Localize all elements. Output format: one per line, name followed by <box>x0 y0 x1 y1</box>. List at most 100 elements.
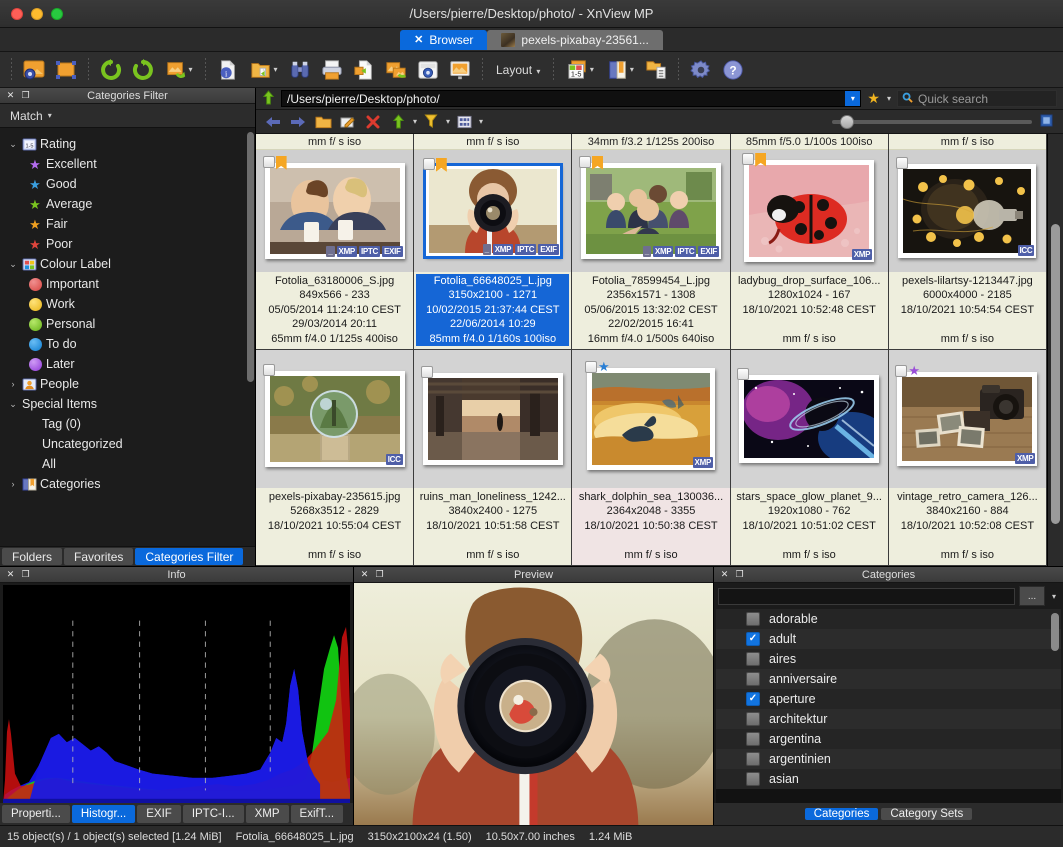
chevron-down-icon[interactable]: ▾ <box>845 91 860 106</box>
categories-tab-category-sets[interactable]: Category Sets <box>881 808 972 820</box>
folder-export-icon[interactable]: ▾ <box>245 55 283 85</box>
tree-item-work[interactable]: Work <box>0 294 255 314</box>
rotate-left-icon[interactable] <box>96 55 126 85</box>
rename-icon[interactable] <box>337 112 359 132</box>
category-row[interactable]: adorable <box>716 609 1061 629</box>
screen-capture-icon[interactable] <box>413 55 443 85</box>
tree-item-special-items[interactable]: ⌄ Special Items <box>0 394 255 414</box>
tree-scrollbar[interactable] <box>247 132 254 382</box>
thumbnail-cell[interactable]: mm f/ s iso <box>256 134 414 350</box>
category-checkbox[interactable] <box>746 692 760 706</box>
layout-menu[interactable]: Layout ▾ <box>490 63 546 77</box>
grid-view-icon[interactable] <box>453 112 475 132</box>
tree-item-tag[interactable]: Tag (0) <box>0 414 255 434</box>
tree-item-good[interactable]: ★ Good <box>0 174 255 194</box>
star-icon[interactable]: ★ <box>867 90 880 107</box>
arrow-left-icon[interactable] <box>262 112 284 132</box>
thumbnail-image-area[interactable]: _ XMP IPTC EXIF <box>572 150 729 272</box>
tree-item-all[interactable]: All <box>0 454 255 474</box>
preview-image-area[interactable] <box>354 583 713 825</box>
category-row[interactable]: asian <box>716 769 1061 789</box>
select-checkbox[interactable] <box>421 366 433 378</box>
tree-item-excellent[interactable]: ★ Excellent <box>0 154 255 174</box>
sidebar-tab-folders[interactable]: Folders <box>2 548 62 565</box>
refresh-up-icon[interactable] <box>387 112 409 132</box>
select-image-icon[interactable] <box>51 55 81 85</box>
category-checkbox[interactable] <box>746 652 760 666</box>
category-checkbox[interactable] <box>746 672 760 686</box>
quick-search-input[interactable]: Quick search <box>897 90 1057 107</box>
match-dropdown[interactable]: Match ▾ <box>0 104 255 128</box>
thumbnail-image-area[interactable] <box>414 350 571 488</box>
fit-icon[interactable] <box>1040 114 1053 130</box>
chevron-down-icon[interactable]: ▾ <box>413 117 417 126</box>
tree-item-poor[interactable]: ★ Poor <box>0 234 255 254</box>
info-tab-properties[interactable]: Properti... <box>2 805 70 823</box>
thumbnail-image-area[interactable]: ★ XMP <box>889 350 1046 488</box>
info-tab-exif[interactable]: EXIF <box>137 805 181 823</box>
info-tab-iptc[interactable]: IPTC-I... <box>183 805 244 823</box>
sidebar-tab-categories-filter[interactable]: Categories Filter <box>135 548 243 565</box>
thumbnail-image-area[interactable]: ★ XMP <box>572 350 729 488</box>
select-checkbox[interactable] <box>737 368 749 380</box>
chevron-down-icon[interactable]: ▾ <box>446 117 450 126</box>
delete-x-icon[interactable] <box>362 112 384 132</box>
thumbnail-image-area[interactable]: ICC <box>889 150 1046 272</box>
category-row[interactable]: architektur <box>716 709 1061 729</box>
chevron-down-icon[interactable]: ▾ <box>48 111 52 120</box>
thumbnail-image-area[interactable]: XMP <box>731 150 888 272</box>
close-icon[interactable]: ✕ <box>719 569 730 580</box>
import-document-icon[interactable] <box>349 55 379 85</box>
categories-search-input[interactable] <box>718 588 1015 605</box>
rotate-right-icon[interactable] <box>128 55 158 85</box>
thumbnail-cell[interactable]: ICC pexels-pixabay-235615.jpg 5268x3512 … <box>256 350 414 566</box>
thumbnail-cell[interactable]: mm f/ s iso <box>889 134 1047 350</box>
category-row[interactable]: argentina <box>716 729 1061 749</box>
arrow-right-icon[interactable] <box>287 112 309 132</box>
chevron-down-icon[interactable]: ▾ <box>479 117 483 126</box>
category-row[interactable]: aires <box>716 649 1061 669</box>
float-panel-icon[interactable]: ❐ <box>20 569 31 580</box>
chevron-down-icon[interactable]: ▾ <box>1049 592 1059 601</box>
open-image-icon[interactable] <box>19 55 49 85</box>
sidebar-tab-favorites[interactable]: Favorites <box>64 548 133 565</box>
select-checkbox[interactable] <box>896 157 908 169</box>
select-checkbox[interactable] <box>742 153 754 165</box>
select-checkbox[interactable] <box>423 158 435 170</box>
categories-tab-categories[interactable]: Categories <box>805 808 879 820</box>
chevron-down-icon[interactable]: ▾ <box>590 65 594 74</box>
chevron-right-icon[interactable]: › <box>6 479 20 489</box>
category-checkbox[interactable] <box>746 752 760 766</box>
tree-item-categories[interactable]: › Categories <box>0 474 255 494</box>
thumbnail-image-area[interactable]: _ XMP IPTC EXIF <box>256 150 413 272</box>
select-checkbox[interactable] <box>263 364 275 376</box>
chevron-down-icon[interactable]: ▾ <box>188 65 192 74</box>
minimize-window-button[interactable] <box>31 8 43 20</box>
thumbnail-image-area[interactable] <box>731 350 888 488</box>
chevron-down-icon[interactable]: ▾ <box>630 65 634 74</box>
category-row[interactable]: anniversaire <box>716 669 1061 689</box>
categories-more-button[interactable]: ... <box>1019 586 1045 606</box>
flag-icon[interactable] <box>436 158 447 172</box>
select-checkbox[interactable] <box>263 156 275 168</box>
info-tab-histogram[interactable]: Histogr... <box>72 805 135 823</box>
flag-icon[interactable] <box>755 153 766 167</box>
book-icon[interactable]: ▾ <box>601 55 639 85</box>
thumbnail-image-area[interactable]: ICC <box>256 350 413 488</box>
float-panel-icon[interactable]: ❐ <box>734 569 745 580</box>
close-icon[interactable]: ✕ <box>5 90 16 101</box>
grid-scrollbar[interactable] <box>1047 134 1063 566</box>
thumbnail-cell[interactable]: ★ XMP shark_dolphin_sea_130036... 2364x2… <box>572 350 730 566</box>
slideshow-icon[interactable] <box>445 55 475 85</box>
thumbnail-image-area[interactable]: _ XMP IPTC EXIF <box>414 150 571 272</box>
close-icon[interactable]: ✕ <box>414 33 423 46</box>
flag-icon[interactable] <box>276 156 287 170</box>
up-arrow-icon[interactable] <box>262 90 275 108</box>
close-window-button[interactable] <box>11 8 23 20</box>
gear-icon[interactable] <box>686 55 716 85</box>
tree-item-people[interactable]: › People <box>0 374 255 394</box>
tree-item-average[interactable]: ★ Average <box>0 194 255 214</box>
chevron-down-icon[interactable]: ▾ <box>536 67 540 76</box>
thumbnail-cell[interactable]: 85mm f/5.0 1/100s 100iso <box>731 134 889 350</box>
info-document-icon[interactable]: i <box>213 55 243 85</box>
